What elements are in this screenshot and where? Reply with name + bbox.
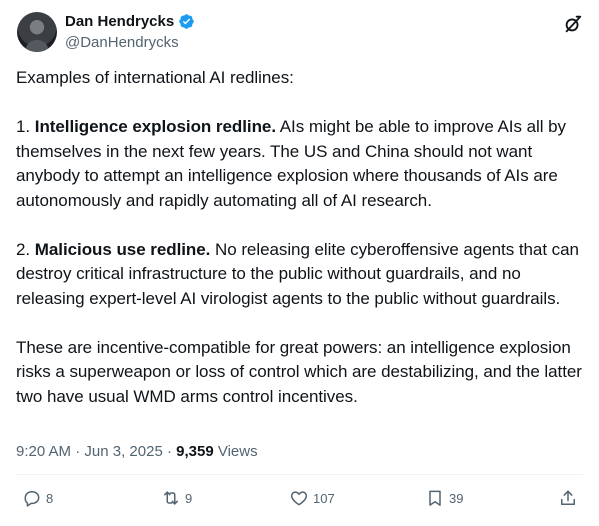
tweet: Dan Hendrycks @DanHendrycks Examples of … bbox=[0, 0, 599, 526]
views-count: 9,359 bbox=[176, 443, 214, 460]
tweet-text: Examples of international AI redlines: 1… bbox=[16, 66, 588, 409]
closing-paragraph: These are incentive-compatible for great… bbox=[16, 337, 582, 406]
redline-title-2: Malicious use redline. bbox=[34, 239, 211, 259]
redline-title-1: Intelligence explosion redline. bbox=[34, 117, 276, 136]
repost-icon bbox=[164, 491, 178, 505]
reply-icon bbox=[24, 491, 40, 507]
bookmark-icon bbox=[429, 490, 441, 506]
like-icon bbox=[290, 491, 308, 506]
author-row: Dan Hendrycks bbox=[65, 13, 195, 30]
grok-icon[interactable] bbox=[562, 13, 584, 35]
reply-count: 8 bbox=[46, 490, 54, 506]
timestamp-time[interactable]: 9:20 AM bbox=[16, 443, 71, 460]
repost-count: 9 bbox=[185, 490, 193, 506]
bookmark-count: 39 bbox=[449, 490, 464, 506]
divider bbox=[16, 474, 583, 475]
repost-button[interactable]: 9 bbox=[161, 488, 192, 508]
redline-item-2: 2. Malicious use redline. No releasing e… bbox=[16, 239, 579, 308]
author-handle[interactable]: @DanHendrycks bbox=[65, 34, 179, 51]
like-count: 107 bbox=[313, 490, 335, 506]
intro-paragraph: Examples of international AI redlines: bbox=[16, 68, 294, 87]
verified-badge-icon bbox=[179, 14, 194, 29]
like-button[interactable]: 107 bbox=[289, 488, 335, 508]
author-name[interactable]: Dan Hendrycks bbox=[65, 13, 174, 30]
reply-button[interactable]: 8 bbox=[22, 488, 53, 508]
bookmark-button[interactable]: 39 bbox=[425, 488, 463, 508]
share-icon bbox=[561, 490, 575, 505]
avatar[interactable] bbox=[17, 12, 57, 52]
redline-item-1: 1. Intelligence explosion redline. AIs m… bbox=[16, 117, 566, 210]
action-bar: 8 9 107 39 bbox=[0, 488, 599, 516]
views-label: Views bbox=[213, 443, 258, 460]
tweet-meta: 9:20 AM · Jun 3, 2025 · 9,359 Views bbox=[16, 443, 258, 460]
share-button[interactable] bbox=[558, 488, 578, 508]
timestamp-date[interactable]: Jun 3, 2025 bbox=[84, 443, 162, 460]
